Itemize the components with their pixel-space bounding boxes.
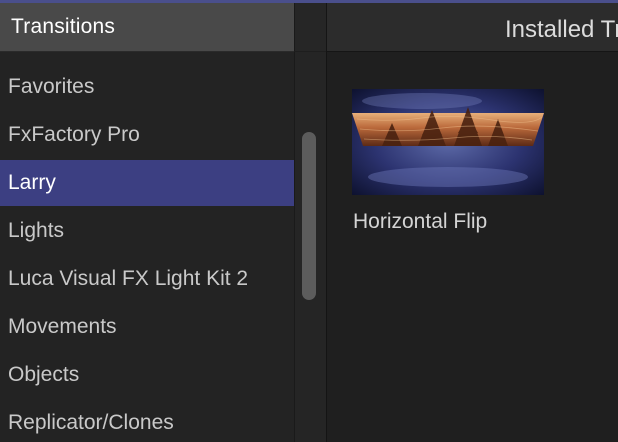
- sidebar-item-luca-visual-fx-light-kit-2[interactable]: Luca Visual FX Light Kit 2: [0, 256, 294, 302]
- sidebar-item-objects[interactable]: Objects: [0, 352, 294, 398]
- transition-tile-horizontal-flip[interactable]: [352, 89, 544, 195]
- sidebar-scrollbar-thumb[interactable]: [302, 132, 316, 300]
- sidebar-item-replicator-clones[interactable]: Replicator/Clones: [0, 400, 294, 442]
- browser-title: Installed Transitions: [505, 16, 618, 43]
- sidebar-item-lights[interactable]: Lights: [0, 208, 294, 254]
- sidebar-title: Transitions: [11, 15, 116, 38]
- sidebar-item-movements[interactable]: Movements: [0, 304, 294, 350]
- sidebar-item-favorites[interactable]: Favorites: [0, 64, 294, 110]
- flip-forest-thumbnail: [352, 89, 544, 195]
- sidebar-item-fxfactory-pro[interactable]: FxFactory Pro: [0, 112, 294, 158]
- transition-label-horizontal-flip: Horizontal Flip: [353, 210, 488, 233]
- sidebar-item-larry[interactable]: Larry: [0, 160, 294, 206]
- browser-header: Installed Transitions: [326, 3, 618, 52]
- sidebar-header: Transitions: [0, 3, 294, 52]
- header-spacer: [294, 3, 327, 51]
- transitions-category-list: Favorites FxFactory Pro Larry Lights Luc…: [0, 52, 294, 442]
- transitions-browser: Horizontal Flip: [327, 52, 618, 442]
